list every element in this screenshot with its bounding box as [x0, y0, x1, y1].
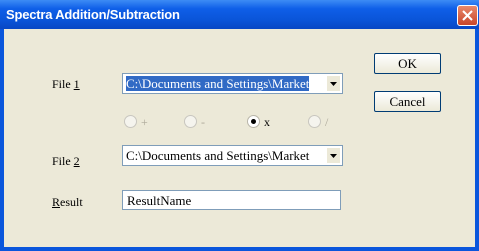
chevron-down-icon [330, 82, 337, 86]
radio-multiply-label: x [264, 115, 270, 129]
radio-add-circle [124, 115, 137, 128]
close-button[interactable] [457, 5, 478, 26]
result-name-input[interactable]: ResultName [122, 190, 341, 210]
radio-divide-label: / [325, 115, 329, 129]
file1-dropdown[interactable]: C:\Documents and Settings\Market [122, 73, 343, 94]
file2-dropdown[interactable]: C:\Documents and Settings\Market [122, 145, 343, 166]
title-bar[interactable]: Spectra Addition/Subtraction [0, 0, 479, 29]
file1-label: File 1 [52, 77, 80, 91]
result-label: Result [52, 195, 83, 209]
radio-add-label: + [141, 115, 148, 129]
radio-add[interactable]: + [124, 115, 148, 130]
radio-subtract-circle [184, 115, 197, 128]
close-icon [462, 10, 473, 21]
ok-button[interactable]: OK [374, 53, 441, 74]
file1-value: C:\Documents and Settings\Market [126, 76, 310, 91]
radio-subtract-label: - [201, 115, 205, 129]
chevron-down-icon [330, 154, 337, 158]
file1-dropdown-button[interactable] [326, 75, 341, 92]
file2-value: C:\Documents and Settings\Market [126, 148, 310, 163]
result-name-value: ResultName [127, 193, 192, 208]
cancel-button[interactable]: Cancel [374, 91, 441, 112]
file2-dropdown-button[interactable] [326, 147, 341, 164]
radio-subtract[interactable]: - [184, 115, 205, 130]
file2-label: File 2 [52, 154, 80, 168]
dialog-window: Spectra Addition/Subtraction File 1 C:\D… [0, 0, 479, 251]
radio-divide[interactable]: / [308, 115, 328, 130]
dialog-body: File 1 C:\Documents and Settings\Market … [4, 29, 475, 247]
window-title: Spectra Addition/Subtraction [6, 7, 180, 22]
radio-multiply[interactable]: x [247, 115, 270, 130]
radio-divide-circle [308, 115, 321, 128]
radio-multiply-circle [247, 115, 260, 128]
